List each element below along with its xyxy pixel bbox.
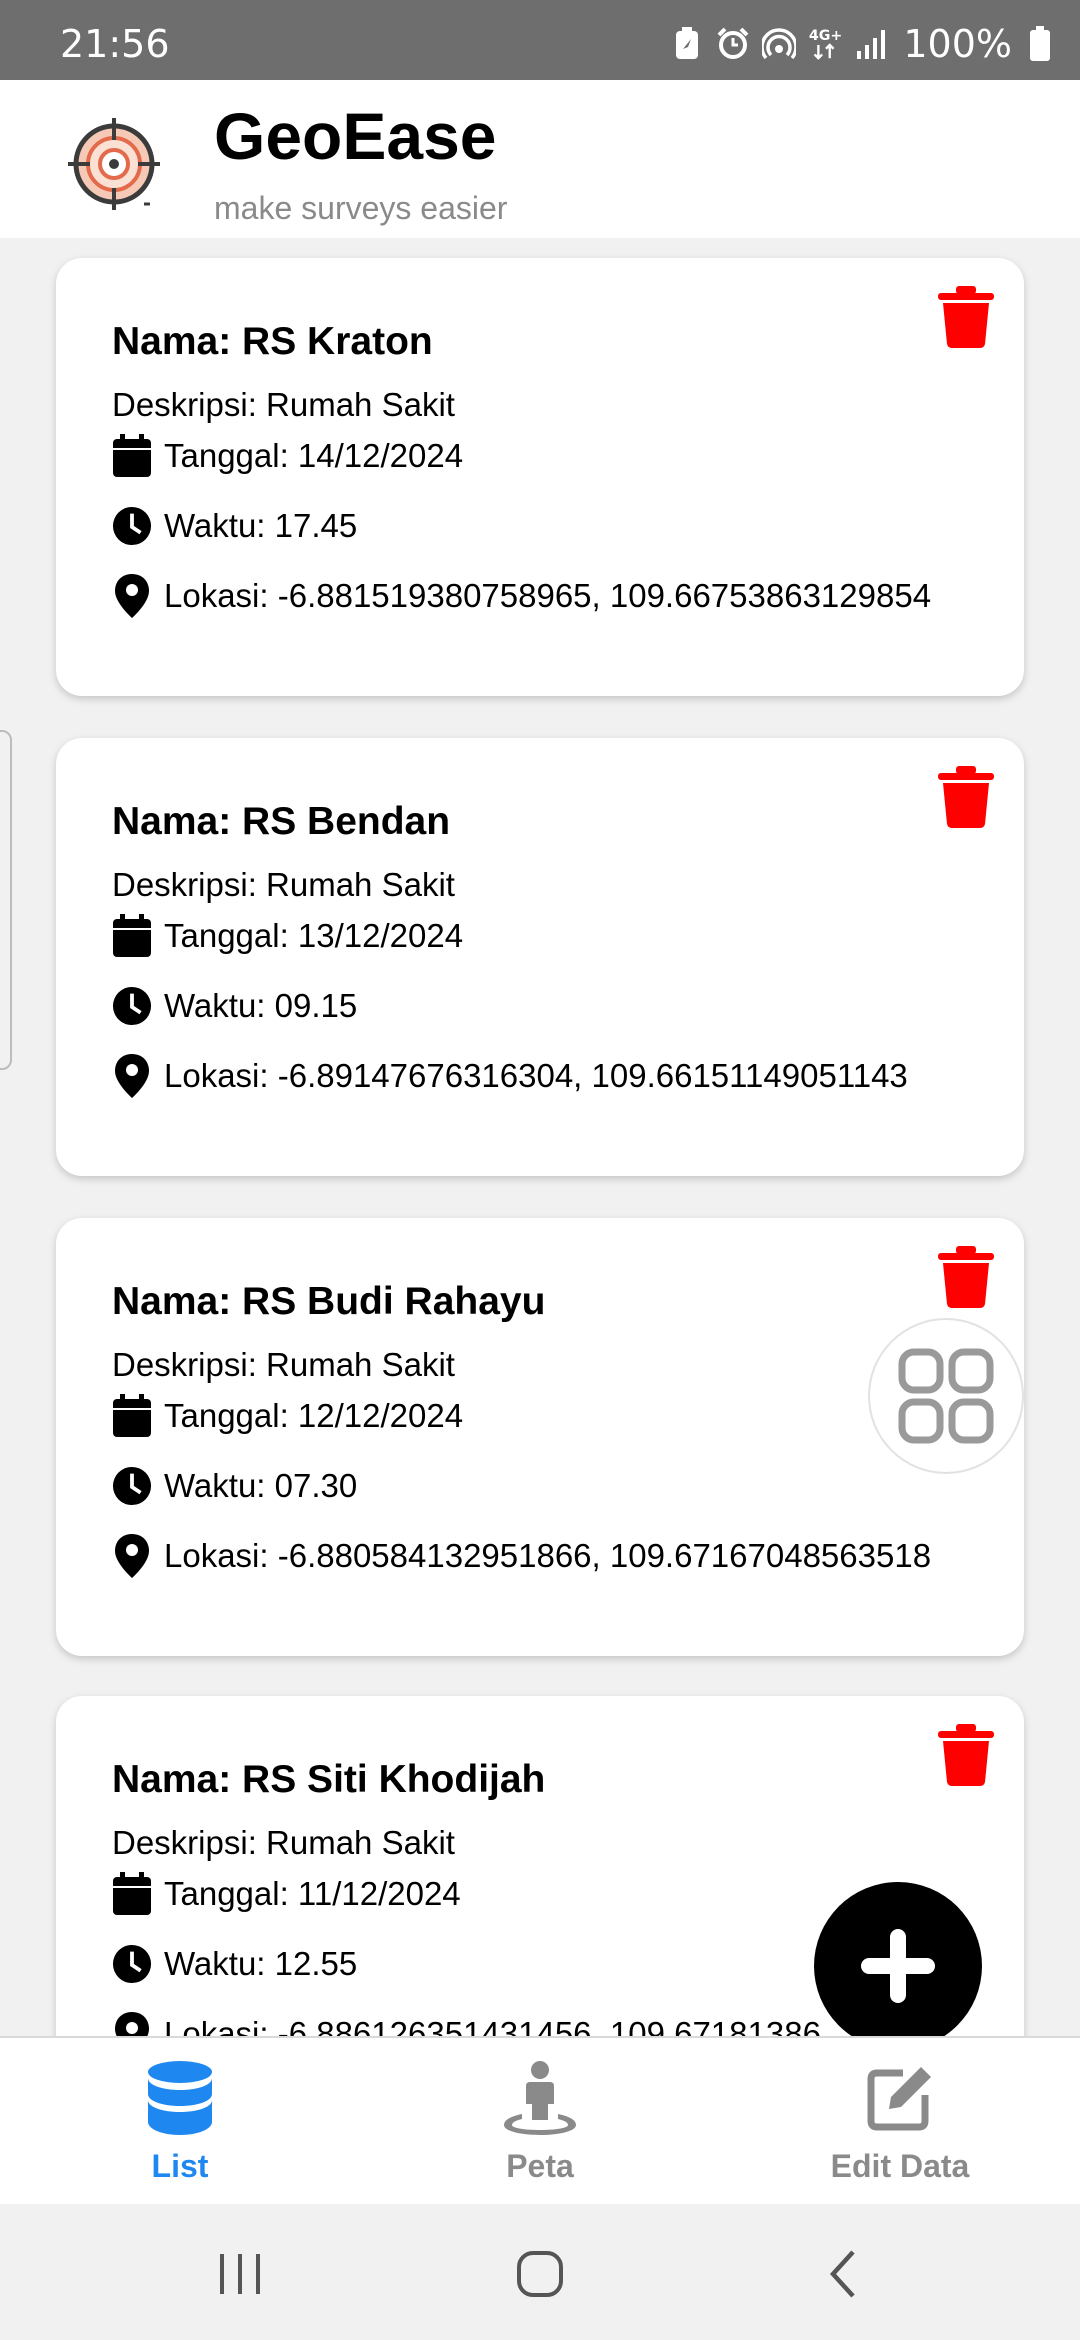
record-name: Nama: RS Kraton — [112, 320, 433, 363]
record-name: Nama: RS Siti Khodijah — [112, 1758, 546, 1801]
record-time: Waktu: 09.15 — [164, 987, 358, 1024]
record-date: Tanggal: 12/12/2024 — [164, 1397, 464, 1434]
calendar-icon — [112, 1872, 152, 1916]
record-name: Nama: RS Bendan — [112, 800, 451, 843]
record-time: Waktu: 12.55 — [164, 1945, 358, 1982]
record-location: Lokasi: -6.886126351431456, 109.67181386 — [164, 2015, 821, 2036]
status-time: 21:56 — [60, 22, 170, 66]
nav-label-edit-data: Edit Data — [830, 2148, 970, 2184]
recent-apps-icon[interactable] — [210, 2244, 270, 2304]
record-card[interactable]: Nama: RS Kraton Deskripsi: Rumah Sakit T… — [56, 258, 1024, 696]
record-time: Waktu: 07.30 — [164, 1467, 358, 1504]
back-icon[interactable] — [815, 2244, 875, 2304]
delete-icon[interactable] — [938, 1724, 994, 1786]
record-date-row: Tanggal: 12/12/2024 — [112, 1394, 463, 1438]
nav-label-list: List — [151, 2148, 209, 2184]
compass-target-icon — [66, 116, 162, 212]
delete-icon[interactable] — [938, 286, 994, 348]
record-location: Lokasi: -6.89147676316304, 109.661511490… — [164, 1057, 908, 1094]
record-date: Tanggal: 13/12/2024 — [164, 917, 464, 954]
record-location: Lokasi: -6.880584132951866, 109.67167048… — [164, 1537, 932, 1574]
database-icon — [140, 2058, 220, 2138]
delete-icon[interactable] — [938, 766, 994, 828]
record-date: Tanggal: 11/12/2024 — [164, 1875, 461, 1912]
alarm-icon — [715, 26, 751, 62]
battery-saver-icon — [669, 26, 705, 62]
svg-text:4G+: 4G+ — [809, 28, 842, 44]
record-time-row: Waktu: 07.30 — [112, 1464, 357, 1508]
record-date-row: Tanggal: 11/12/2024 — [112, 1872, 461, 1916]
calendar-icon — [112, 434, 152, 478]
record-description: Deskripsi: Rumah Sakit — [112, 866, 455, 903]
clock-icon — [112, 1942, 152, 1986]
system-navigation-bar — [0, 2204, 1080, 2340]
plus-icon — [861, 1929, 935, 2003]
app-subtitle: make surveys easier — [214, 190, 508, 226]
status-icons: 4G+ 100% — [669, 22, 1058, 66]
record-location: Lokasi: -6.881519380758965, 109.66753863… — [164, 577, 932, 614]
nav-item-list[interactable]: List — [0, 2038, 360, 2204]
nav-item-peta[interactable]: Peta — [360, 2038, 720, 2204]
battery-percent: 100% — [903, 22, 1012, 66]
nav-item-edit-data[interactable]: Edit Data — [720, 2038, 1080, 2204]
grid-icon — [898, 1348, 994, 1444]
record-name: Nama: RS Budi Rahayu — [112, 1280, 546, 1323]
clock-icon — [112, 504, 152, 548]
app-title: GeoEase — [214, 99, 497, 173]
record-description: Deskripsi: Rumah Sakit — [112, 1824, 455, 1861]
record-description: Deskripsi: Rumah Sakit — [112, 1346, 455, 1383]
record-location-row: Lokasi: -6.886126351431456, 109.67181386 — [112, 2012, 821, 2036]
record-time-row: Waktu: 12.55 — [112, 1942, 357, 1986]
record-card[interactable]: Nama: RS Bendan Deskripsi: Rumah Sakit T… — [56, 738, 1024, 1176]
clock-icon — [112, 984, 152, 1028]
home-icon[interactable] — [510, 2244, 570, 2304]
location-pin-icon — [112, 2012, 152, 2036]
edge-panel-handle[interactable] — [0, 730, 12, 1070]
person-map-pin-icon — [500, 2058, 580, 2138]
network-4g-icon: 4G+ — [807, 26, 843, 62]
record-date-row: Tanggal: 14/12/2024 — [112, 434, 463, 478]
hotspot-icon — [761, 26, 797, 62]
record-description: Deskripsi: Rumah Sakit — [112, 386, 455, 423]
signal-icon — [853, 26, 889, 62]
bottom-navigation: List Peta Edit Data — [0, 2036, 1080, 2204]
record-date: Tanggal: 14/12/2024 — [164, 437, 464, 474]
record-date-row: Tanggal: 13/12/2024 — [112, 914, 463, 958]
add-record-button[interactable] — [814, 1882, 982, 2050]
record-location-row: Lokasi: -6.881519380758965, 109.66753863… — [112, 574, 931, 618]
assistant-menu-button[interactable] — [868, 1318, 1024, 1474]
delete-icon[interactable] — [938, 1246, 994, 1308]
record-time: Waktu: 17.45 — [164, 507, 358, 544]
location-pin-icon — [112, 1534, 152, 1578]
calendar-icon — [112, 914, 152, 958]
calendar-icon — [112, 1394, 152, 1438]
app-header: GeoEase make surveys easier — [0, 80, 1080, 238]
record-list[interactable]: Nama: RS Kraton Deskripsi: Rumah Sakit T… — [0, 238, 1080, 2036]
record-time-row: Waktu: 09.15 — [112, 984, 357, 1028]
nav-label-peta: Peta — [506, 2148, 574, 2184]
edit-icon — [860, 2058, 940, 2138]
record-location-row: Lokasi: -6.880584132951866, 109.67167048… — [112, 1534, 931, 1578]
location-pin-icon — [112, 574, 152, 618]
clock-icon — [112, 1464, 152, 1508]
record-location-row: Lokasi: -6.89147676316304, 109.661511490… — [112, 1054, 908, 1098]
status-bar: 21:56 4G+ 100% — [0, 0, 1080, 80]
record-time-row: Waktu: 17.45 — [112, 504, 357, 548]
location-pin-icon — [112, 1054, 152, 1098]
battery-icon — [1022, 26, 1058, 62]
